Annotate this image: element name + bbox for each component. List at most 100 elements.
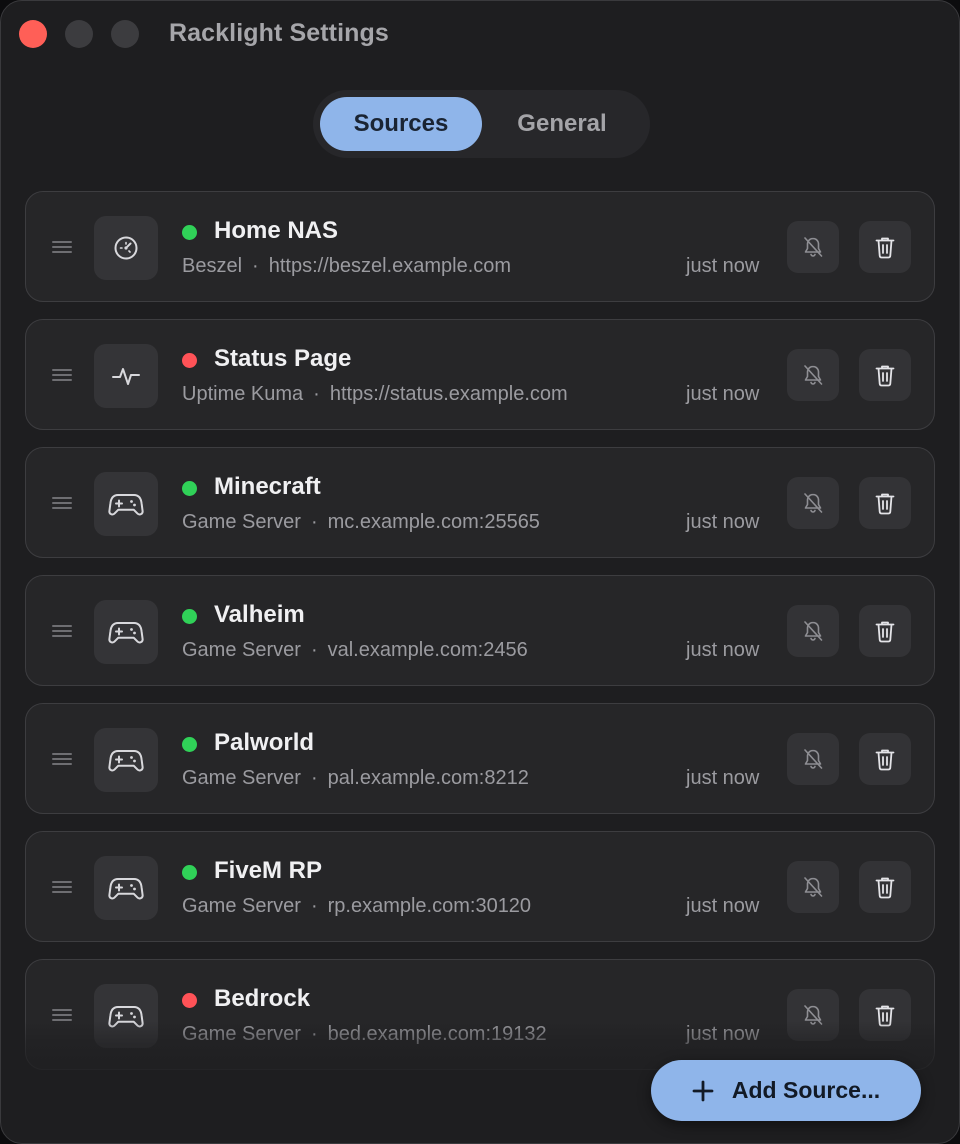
source-type: Game Server	[182, 767, 301, 789]
add-source-label: Add Source...	[731, 1077, 881, 1103]
zoom-window-button[interactable]	[111, 20, 139, 48]
last-updated: just now	[686, 383, 760, 405]
last-updated: just now	[686, 639, 760, 661]
source-url: https://beszel.example.com	[268, 255, 512, 277]
source-name: Palworld	[214, 729, 315, 756]
trash-icon	[874, 491, 896, 515]
status-indicator	[182, 353, 197, 368]
source-details: Uptime Kuma · https://status.example.com	[182, 383, 568, 406]
source-type: Game Server	[182, 511, 301, 533]
source-name: Status Page	[214, 345, 352, 372]
delete-source-button[interactable]	[859, 861, 911, 913]
trash-icon	[874, 363, 896, 387]
source-row[interactable]: Minecraft Game Server · mc.example.com:255…	[25, 447, 935, 558]
delete-source-button[interactable]	[859, 605, 911, 657]
window-title: Racklight Settings	[169, 19, 389, 47]
status-indicator	[182, 225, 197, 240]
separator: ·	[310, 639, 318, 661]
drag-handle-icon[interactable]	[52, 497, 72, 509]
source-type: Game Server	[182, 1023, 301, 1045]
source-row[interactable]: FiveM RP Game Server · rp.example.com:3012…	[25, 831, 935, 942]
separator: ·	[310, 511, 318, 533]
delete-source-button[interactable]	[859, 477, 911, 529]
last-updated: just now	[686, 511, 760, 533]
mute-notifications-button[interactable]	[787, 989, 839, 1041]
bell-slash-icon	[801, 235, 825, 259]
last-updated: just now	[686, 1023, 760, 1045]
minimize-window-button[interactable]	[65, 20, 93, 48]
title-bar: Racklight Settings	[1, 1, 959, 69]
delete-source-button[interactable]	[859, 349, 911, 401]
drag-handle-icon[interactable]	[52, 881, 72, 893]
mute-notifications-button[interactable]	[787, 349, 839, 401]
trash-icon	[874, 1003, 896, 1027]
source-list: Home NAS Beszel · https://beszel.example.c…	[25, 191, 935, 1071]
source-name: Home NAS	[214, 217, 339, 244]
add-source-button[interactable]: Add Source...	[651, 1060, 921, 1121]
source-row[interactable]: Home NAS Beszel · https://beszel.example.c…	[25, 191, 935, 302]
tab-sources[interactable]: Sources	[320, 97, 482, 151]
last-updated: just now	[686, 255, 760, 277]
source-type: Uptime Kuma	[182, 383, 304, 405]
source-url: bed.example.com:19132	[327, 1023, 547, 1045]
source-row[interactable]: Bedrock Game Server · bed.example.com:1913…	[25, 959, 935, 1070]
drag-handle-icon[interactable]	[52, 625, 72, 637]
drag-handle-icon[interactable]	[52, 241, 72, 253]
source-type: Beszel	[182, 255, 243, 277]
close-window-button[interactable]	[19, 20, 47, 48]
mute-notifications-button[interactable]	[787, 477, 839, 529]
source-url: mc.example.com:25565	[327, 511, 540, 533]
drag-handle-icon[interactable]	[52, 753, 72, 765]
source-type: Game Server	[182, 895, 301, 917]
separator: ·	[252, 255, 259, 277]
gamepad-icon	[94, 856, 158, 920]
tab-general[interactable]: General	[482, 97, 642, 151]
bell-slash-icon	[801, 363, 825, 387]
source-type: Game Server	[182, 639, 301, 661]
bell-slash-icon	[801, 619, 825, 643]
gamepad-icon	[94, 728, 158, 792]
gauge-icon	[94, 216, 158, 280]
trash-icon	[874, 875, 896, 899]
separator: ·	[310, 1023, 318, 1045]
source-url: https://status.example.com	[329, 383, 568, 405]
gamepad-icon	[94, 472, 158, 536]
source-name: Valheim	[214, 601, 305, 628]
plus-icon	[692, 1080, 714, 1102]
bell-slash-icon	[801, 1003, 825, 1027]
trash-icon	[874, 235, 896, 259]
drag-handle-icon[interactable]	[52, 369, 72, 381]
mute-notifications-button[interactable]	[787, 861, 839, 913]
source-details: Game Server · mc.example.com:25565	[182, 511, 540, 534]
bell-slash-icon	[801, 875, 825, 899]
last-updated: just now	[686, 895, 760, 917]
trash-icon	[874, 747, 896, 771]
last-updated: just now	[686, 767, 760, 789]
separator: ·	[310, 767, 318, 789]
pulse-icon	[94, 344, 158, 408]
source-row[interactable]: Palworld Game Server · pal.example.com:821…	[25, 703, 935, 814]
delete-source-button[interactable]	[859, 221, 911, 273]
source-url: rp.example.com:30120	[327, 895, 532, 917]
settings-window: Racklight Settings Sources General Home …	[0, 0, 960, 1144]
source-url: pal.example.com:8212	[327, 767, 529, 789]
status-indicator	[182, 993, 197, 1008]
mute-notifications-button[interactable]	[787, 221, 839, 273]
source-details: Game Server · bed.example.com:19132	[182, 1023, 547, 1046]
drag-handle-icon[interactable]	[52, 1009, 72, 1021]
status-indicator	[182, 481, 197, 496]
source-row[interactable]: Valheim Game Server · val.example.com:2456…	[25, 575, 935, 686]
source-details: Beszel · https://beszel.example.com	[182, 255, 511, 278]
trash-icon	[874, 619, 896, 643]
tab-switcher: Sources General	[313, 90, 650, 158]
delete-source-button[interactable]	[859, 733, 911, 785]
gamepad-icon	[94, 600, 158, 664]
mute-notifications-button[interactable]	[787, 733, 839, 785]
mute-notifications-button[interactable]	[787, 605, 839, 657]
separator: ·	[313, 383, 320, 405]
source-name: Bedrock	[214, 985, 311, 1012]
source-row[interactable]: Status Page Uptime Kuma · https://status.e…	[25, 319, 935, 430]
source-name: FiveM RP	[214, 857, 323, 884]
status-indicator	[182, 609, 197, 624]
delete-source-button[interactable]	[859, 989, 911, 1041]
